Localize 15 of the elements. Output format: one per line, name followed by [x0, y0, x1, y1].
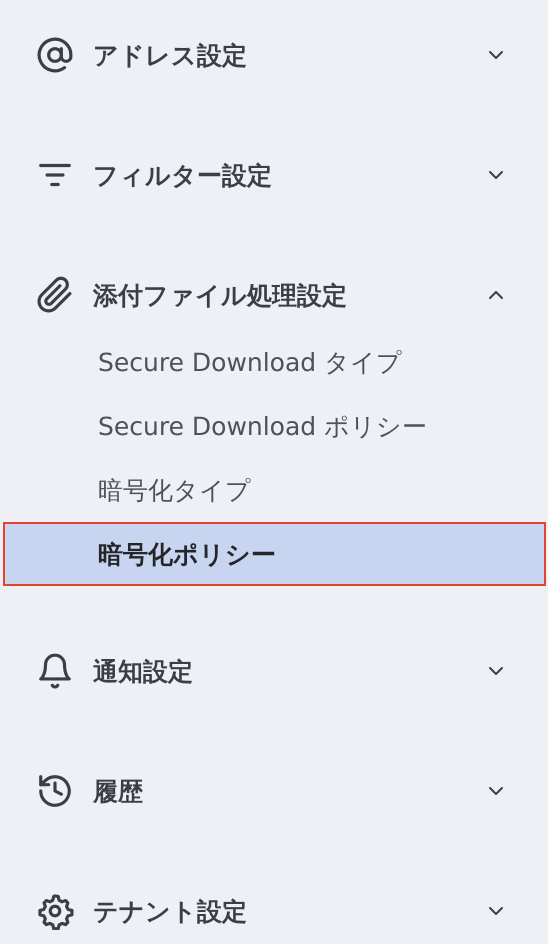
submenu-item[interactable]: 暗号化タイプ	[3, 458, 546, 522]
section-header[interactable]: テナント設定	[0, 879, 548, 943]
bell-icon	[36, 652, 74, 690]
settings-icon	[36, 892, 74, 930]
section-header[interactable]: アドレス設定	[0, 23, 548, 87]
history-icon	[36, 772, 74, 810]
submenu-item[interactable]: Secure Download タイプ	[3, 330, 546, 394]
section-header[interactable]: フィルター設定	[0, 143, 548, 207]
submenu-item[interactable]: 暗号化ポリシー	[3, 522, 546, 586]
submenu-item[interactable]: Secure Download ポリシー	[3, 394, 546, 458]
paperclip-icon	[36, 276, 74, 314]
at-sign-icon	[36, 36, 74, 74]
section-header[interactable]: 通知設定	[0, 639, 548, 703]
section-header[interactable]: 添付ファイル処理設定	[0, 263, 548, 327]
section-header[interactable]: 履歴	[0, 759, 548, 823]
